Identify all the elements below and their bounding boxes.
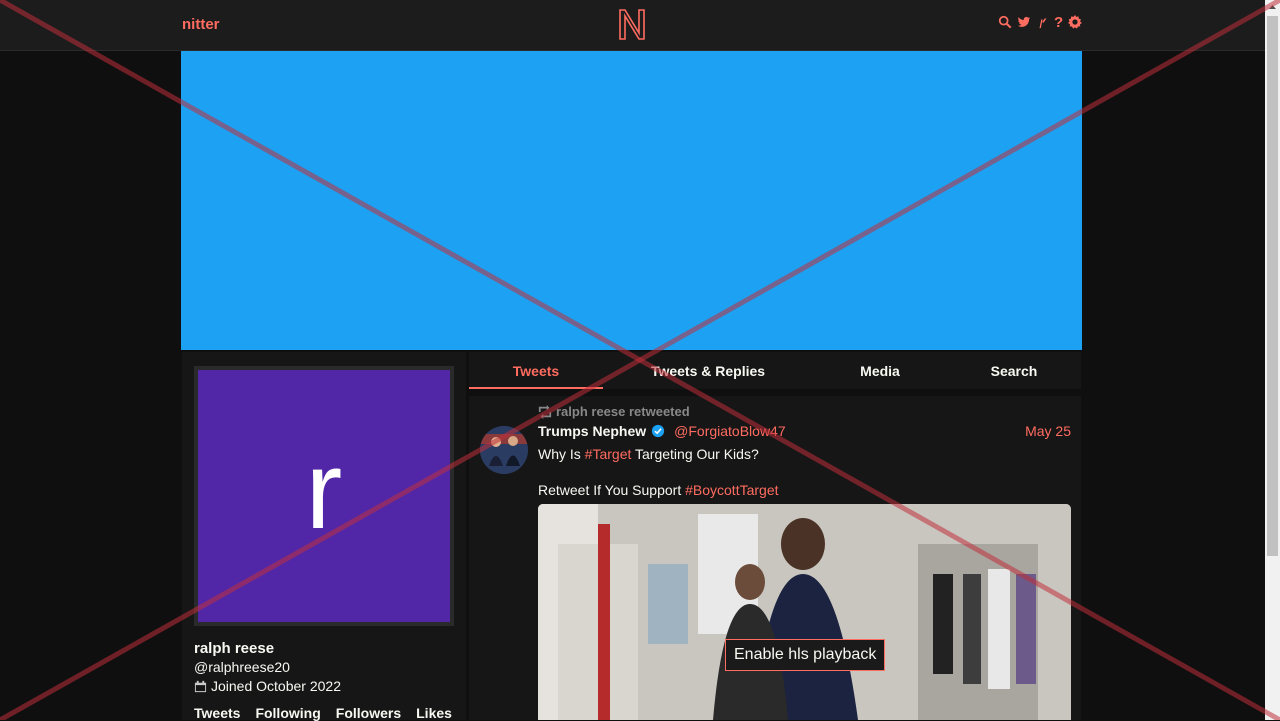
brand-n-icon bbox=[619, 9, 645, 40]
stat-likes[interactable]: Likes bbox=[416, 705, 452, 721]
profile-fullname[interactable]: ralph reese bbox=[194, 640, 274, 657]
profile-joined: Joined October 2022 bbox=[194, 678, 341, 694]
hashtag-boycotttarget[interactable]: #BoycottTarget bbox=[685, 482, 778, 498]
tweet-avatar[interactable] bbox=[480, 426, 528, 474]
tab-search[interactable]: Search bbox=[974, 352, 1054, 389]
tweet-date[interactable]: May 25 bbox=[1020, 423, 1071, 439]
profile-stats: Tweets Following Followers Likes bbox=[194, 705, 452, 721]
tweet-text-segment: Targeting Our Kids? bbox=[631, 446, 759, 462]
joined-date: Joined October 2022 bbox=[211, 678, 341, 694]
stat-following[interactable]: Following bbox=[255, 705, 320, 721]
hashtag-target[interactable]: #Target bbox=[585, 446, 632, 462]
scroll-up-arrow-icon[interactable] bbox=[1265, 0, 1280, 15]
timeline-tabs: Tweets Tweets & Replies Media Search bbox=[469, 352, 1081, 389]
profile-avatar[interactable]: r bbox=[194, 366, 454, 626]
verified-badge-icon bbox=[652, 424, 665, 438]
avatar-letter: r bbox=[305, 429, 343, 552]
tweet-username[interactable]: @ForgiatoBlow47 bbox=[674, 423, 786, 439]
profile-banner[interactable] bbox=[181, 51, 1082, 350]
tab-tweets-replies[interactable]: Tweets & Replies bbox=[633, 352, 783, 389]
tweet-avatar-image bbox=[480, 426, 528, 474]
search-icon[interactable] bbox=[998, 15, 1012, 33]
stat-followers[interactable]: Followers bbox=[336, 705, 401, 721]
nav-icons: ? bbox=[998, 15, 1082, 33]
nitter-logo-link[interactable]: nitter bbox=[182, 16, 220, 33]
calendar-icon bbox=[194, 680, 207, 692]
tweet-text-segment: Retweet If You Support bbox=[538, 482, 686, 498]
help-icon[interactable]: ? bbox=[1054, 15, 1064, 33]
tweet-header: Trumps Nephew @ForgiatoBlow47 bbox=[538, 423, 786, 439]
stat-tweets[interactable]: Tweets bbox=[194, 705, 240, 721]
retweet-header-text: ralph reese retweeted bbox=[556, 404, 690, 419]
twitter-icon[interactable] bbox=[1016, 15, 1032, 33]
nitter-brand-logo[interactable] bbox=[617, 7, 647, 46]
tweet-fullname[interactable]: Trumps Nephew bbox=[538, 423, 646, 439]
tweet-text: Why Is #Target Targeting Our Kids? Retwe… bbox=[538, 445, 779, 499]
enable-hls-playback-button[interactable]: Enable hls playback bbox=[725, 639, 886, 671]
settings-icon[interactable] bbox=[1068, 15, 1082, 33]
tab-tweets[interactable]: Tweets bbox=[469, 352, 603, 389]
tab-media[interactable]: Media bbox=[839, 352, 921, 389]
tweet-text-segment: Why Is bbox=[538, 446, 585, 462]
profile-username[interactable]: @ralphreese20 bbox=[194, 659, 290, 675]
navbar: nitter ? bbox=[0, 0, 1265, 51]
tweet-video[interactable] bbox=[538, 504, 1071, 720]
rss-icon[interactable] bbox=[1036, 15, 1050, 33]
video-thumbnail bbox=[538, 504, 1071, 720]
scrollbar-thumb[interactable] bbox=[1267, 16, 1278, 556]
retweet-header[interactable]: ralph reese retweeted bbox=[538, 404, 690, 419]
retweet-icon bbox=[538, 404, 552, 419]
